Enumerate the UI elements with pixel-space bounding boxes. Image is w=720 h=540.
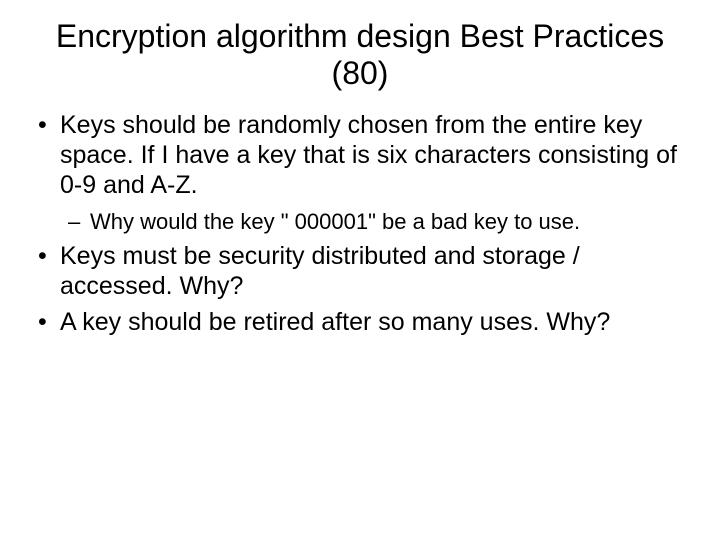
sub-bullet-list: Why would the key " 000001" be a bad key… [60,208,690,236]
bullet-text: Keys must be security distributed and st… [60,242,580,300]
slide-title: Encryption algorithm design Best Practic… [30,18,690,92]
list-item: A key should be retired after so many us… [30,307,690,337]
list-item: Keys should be randomly chosen from the … [30,110,690,236]
list-item: Why would the key " 000001" be a bad key… [60,208,690,236]
bullet-list: Keys should be randomly chosen from the … [30,110,690,338]
bullet-text: Keys should be randomly chosen from the … [60,111,677,199]
bullet-text: A key should be retired after so many us… [60,308,610,336]
list-item: Keys must be security distributed and st… [30,241,690,301]
sub-bullet-text: Why would the key " 000001" be a bad key… [90,209,580,234]
